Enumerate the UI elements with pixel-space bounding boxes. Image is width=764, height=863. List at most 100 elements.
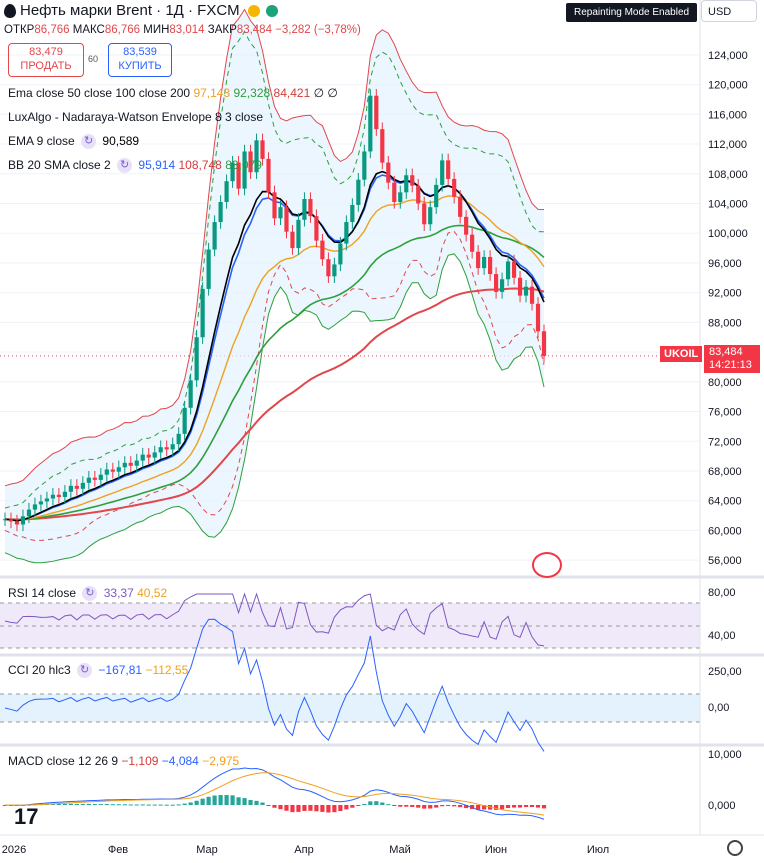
chart-canvas[interactable]: 80,0040,00250,000,0010,0000,000 124,0001… (0, 0, 764, 863)
macd-hist-bar (458, 805, 463, 808)
macd-hist-bar (356, 805, 361, 806)
y-tick-label: 72,000 (708, 436, 742, 448)
settings-gear-icon[interactable] (727, 840, 743, 856)
macd-hist-bar (248, 800, 253, 805)
refresh-icon[interactable]: ↻ (81, 134, 97, 150)
candle-body (488, 256, 493, 275)
macd-hist-bar (404, 805, 409, 807)
events-flag-icon[interactable] (532, 552, 562, 578)
candle-body (170, 444, 175, 450)
y-tick-label: 100,000 (708, 228, 748, 240)
cci-ma-value: −112,55 (145, 663, 189, 677)
candle-body (56, 494, 61, 497)
candle-body (266, 158, 271, 193)
candle-body (128, 462, 133, 466)
candle-body (44, 498, 50, 502)
symbol-header[interactable]: Нефть марки Brent · 1Д · FXCM (4, 2, 278, 19)
macd-hist-bar (212, 795, 217, 805)
nw-label: LuxAlgo - Nadaraya-Watson Envelope 8 3 c… (8, 110, 264, 124)
legend-ema9[interactable]: EMA 9 close ↻ 90,589 (8, 134, 139, 150)
bb-label: BB 20 SMA close 2 (8, 158, 111, 172)
candle-body (320, 240, 325, 260)
legend-ema[interactable]: Ema close 50 close 100 close 200 97,143 … (8, 86, 338, 100)
refresh-icon[interactable]: ↻ (117, 158, 133, 174)
candle-body (110, 469, 115, 472)
macd-hist-bar (260, 802, 265, 805)
legend-rsi[interactable]: RSI 14 close ↻ 33,37 40,52 (8, 586, 168, 602)
macd-hist-bar (122, 804, 127, 806)
symbol-title: Нефть марки Brent · 1Д · FXCM (20, 2, 240, 19)
ema9-label: EMA 9 close (8, 134, 75, 148)
candle-body (493, 274, 499, 292)
buy-button[interactable]: 83,539 КУПИТЬ (108, 43, 172, 77)
candle-body (200, 288, 205, 338)
candle-body (505, 261, 511, 280)
macd-hist-bar (218, 795, 223, 805)
macd-hist-bar (80, 803, 85, 805)
candle-body (362, 151, 367, 180)
last-price-tag: 83,484 14:21:13 (704, 345, 760, 373)
macd-hist-bar (541, 805, 547, 809)
repaint-badge: Repainting Mode Enabled (566, 3, 698, 22)
candle-body (523, 286, 529, 296)
x-tick-label: 2026 (2, 844, 26, 856)
macd-hist-bar (368, 801, 373, 805)
sell-button[interactable]: 83,479 ПРОДАТЬ (8, 43, 84, 77)
rsi-ma-value: 40,52 (137, 586, 168, 600)
candle-body (194, 337, 199, 381)
macd-hist-bar (505, 805, 511, 809)
sell-price: 83,479 (29, 46, 63, 58)
macd-hist-bar (254, 800, 259, 805)
legend-cci[interactable]: CCI 20 hlc3 ↻ −167,81 −112,55 (8, 663, 189, 679)
legend-nw[interactable]: LuxAlgo - Nadaraya-Watson Envelope 8 3 c… (8, 110, 263, 124)
macd-hist-bar (338, 805, 343, 812)
macd-hist-bar (296, 805, 301, 812)
candle-body (2, 519, 8, 521)
candle-body (470, 234, 475, 252)
candle-body (218, 201, 223, 223)
candle-body (206, 249, 211, 289)
y-tick-label: 92,000 (708, 288, 742, 300)
rsi-tick-label: 80,00 (708, 587, 736, 599)
macd-hist-bar (380, 802, 385, 805)
macd-hist-bar (440, 805, 445, 807)
candle-body (511, 261, 517, 278)
macd-hist-bar (416, 805, 421, 808)
macd-hist-bar (110, 804, 115, 806)
candle-body (410, 175, 415, 186)
macd-hist-bar (320, 805, 325, 812)
candle-body (104, 469, 109, 475)
macd-hist-bar (529, 805, 535, 808)
macd-hist-bar (146, 804, 151, 806)
macd-signal-value: −2,975 (202, 754, 240, 768)
candle-body (290, 231, 295, 249)
x-tick-label: Фев (108, 844, 128, 856)
macd-hist-bar (350, 805, 355, 808)
macd-hist-bar (278, 805, 283, 810)
macd-hist-bar (314, 805, 319, 812)
candle-body (68, 485, 73, 492)
x-tick-label: Июл (587, 844, 609, 856)
data-status-icon (265, 4, 278, 17)
refresh-icon[interactable]: ↻ (82, 586, 98, 602)
macd-hist-bar (308, 805, 313, 811)
candle-body (14, 521, 20, 525)
macd-hist-bar (362, 803, 367, 805)
x-tick-label: Апр (294, 844, 313, 856)
legend-macd[interactable]: MACD close 12 26 9 −1,109 −4,084 −2,975 (8, 754, 239, 768)
y-tick-label: 68,000 (708, 466, 742, 478)
candle-body (92, 477, 97, 480)
refresh-icon[interactable]: ↻ (77, 663, 93, 679)
y-tick-label: 108,000 (708, 169, 748, 181)
x-tick-label: Мар (196, 844, 218, 856)
candle-body (499, 279, 505, 292)
change-value: −3,282 (−3,78%) (275, 24, 361, 36)
currency-select[interactable]: USD (701, 0, 757, 22)
y-tick-label: 124,000 (708, 50, 748, 62)
candle-body (338, 243, 343, 265)
candle-body (440, 160, 445, 185)
macd-hist-value: −1,109 (121, 754, 159, 768)
candle-body (272, 192, 277, 219)
candle-body (380, 129, 385, 163)
legend-bb[interactable]: BB 20 SMA close 2 ↻ 95,914 108,748 83,07… (8, 158, 262, 174)
